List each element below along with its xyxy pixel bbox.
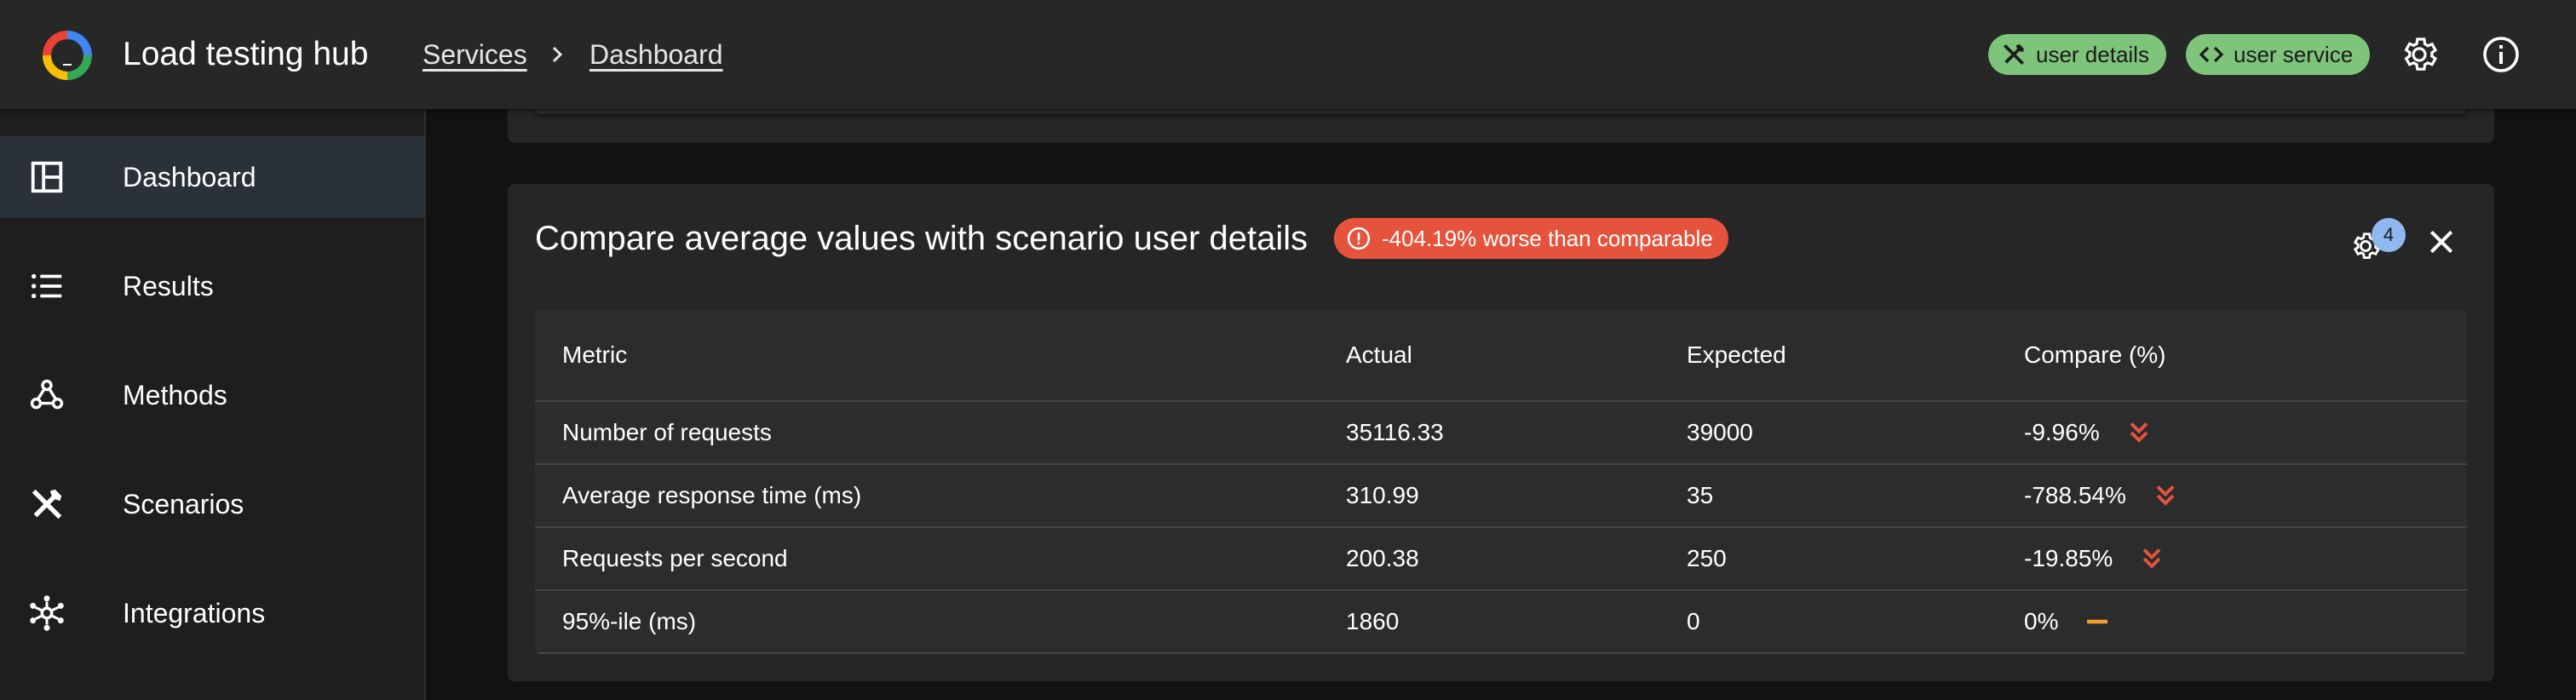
column-header-actual: Actual: [1346, 341, 1412, 368]
sidebar-item-dashboard[interactable]: Dashboard: [0, 136, 424, 218]
breadcrumb-dashboard[interactable]: Dashboard: [589, 36, 723, 73]
table-header-row: Metric Actual Expected Compare (%): [535, 310, 2467, 402]
top-app-bar: Load testing hub Services Dashboard user…: [0, 0, 2576, 109]
cell-compare: 0%: [2024, 591, 2113, 652]
double-chevron-down-icon: [2142, 548, 2161, 569]
cell-actual: 310.99: [1346, 482, 1419, 508]
webhook-icon: [30, 379, 64, 410]
table-row: 95%-ile (ms) 1860 0 0%: [535, 591, 2467, 654]
tools-icon: [2004, 44, 2024, 65]
column-header-metric: Metric: [562, 341, 628, 368]
cell-expected: 0: [1687, 608, 1700, 634]
column-header-compare: Compare (%): [2024, 341, 2166, 368]
cell-metric: 95%-ile (ms): [562, 608, 697, 634]
cell-metric: Average response time (ms): [562, 482, 862, 508]
info-icon[interactable]: [2481, 34, 2521, 75]
chip-service[interactable]: user service: [2186, 34, 2371, 75]
status-badge-label: -404.19% worse than comparable: [1382, 225, 1713, 251]
double-chevron-down-icon: [2130, 422, 2148, 443]
cell-compare-value: 0%: [2024, 608, 2059, 634]
error-icon: [1347, 227, 1371, 250]
cell-compare-value: -19.85%: [2024, 545, 2113, 571]
chevron-right-icon: [552, 46, 563, 63]
cell-actual: 35116.33: [1346, 419, 1444, 445]
card-settings-button[interactable]: 4: [2344, 218, 2406, 266]
app-title: Load testing hub: [123, 36, 369, 72]
tools-icon: [32, 489, 62, 519]
table-row: Number of requests 35116.33 39000 -9.96%: [535, 402, 2467, 465]
compare-card: Compare average values with scenario use…: [508, 184, 2494, 681]
cell-metric: Requests per second: [562, 545, 788, 571]
code-icon: [2199, 46, 2224, 63]
dash-icon: [2087, 619, 2108, 624]
cell-expected: 250: [1687, 545, 1727, 571]
close-icon[interactable]: [2424, 225, 2458, 259]
breadcrumb-services[interactable]: Services: [423, 36, 527, 73]
cell-expected: 39000: [1687, 419, 1753, 445]
column-header-expected: Expected: [1687, 341, 1786, 368]
cell-actual: 1860: [1346, 608, 1400, 634]
hub-icon: [30, 595, 64, 631]
sidebar-item-label: Scenarios: [123, 488, 244, 519]
dashboard-icon: [31, 161, 63, 193]
cell-compare: -19.85%: [2024, 528, 2167, 589]
cell-compare-value: -9.96%: [2024, 419, 2100, 445]
cell-metric: Number of requests: [562, 419, 772, 445]
settings-icon[interactable]: [2399, 34, 2440, 75]
cell-compare: -9.96%: [2024, 402, 2154, 463]
status-badge: -404.19% worse than comparable: [1334, 218, 1728, 259]
sidebar-item-label: Dashboard: [123, 161, 256, 192]
cell-compare-value: -788.54%: [2024, 482, 2126, 508]
card-title: Compare average values with scenario use…: [535, 220, 1308, 257]
chip-scenario[interactable]: user details: [1988, 34, 2166, 75]
sidebar-item-label: Integrations: [123, 597, 266, 628]
sidebar-item-scenarios[interactable]: Scenarios: [0, 463, 424, 545]
app-logo-icon: [43, 31, 92, 80]
chip-scenario-label: user details: [2036, 41, 2149, 67]
sidebar-item-label: Methods: [123, 379, 227, 410]
cell-expected: 35: [1687, 482, 1714, 508]
table-row: Average response time (ms) 310.99 35 -78…: [535, 465, 2467, 528]
sidebar-item-results[interactable]: Results: [0, 245, 424, 327]
double-chevron-down-icon: [2156, 485, 2175, 506]
sidebar-item-integrations[interactable]: Integrations: [0, 572, 424, 654]
list-icon: [31, 273, 62, 299]
cell-actual: 200.38: [1346, 545, 1419, 571]
settings-count-badge: 4: [2372, 218, 2406, 252]
chip-service-label: user service: [2234, 41, 2354, 67]
sidebar: Dashboard Results Methods Scenarios Inte…: [0, 109, 426, 700]
sidebar-item-methods[interactable]: Methods: [0, 354, 424, 436]
table-row: Requests per second 200.38 250 -19.85%: [535, 528, 2467, 591]
cell-compare: -788.54%: [2024, 465, 2181, 526]
sidebar-item-label: Results: [123, 270, 214, 301]
compare-table: Metric Actual Expected Compare (%) Numbe…: [535, 310, 2467, 654]
